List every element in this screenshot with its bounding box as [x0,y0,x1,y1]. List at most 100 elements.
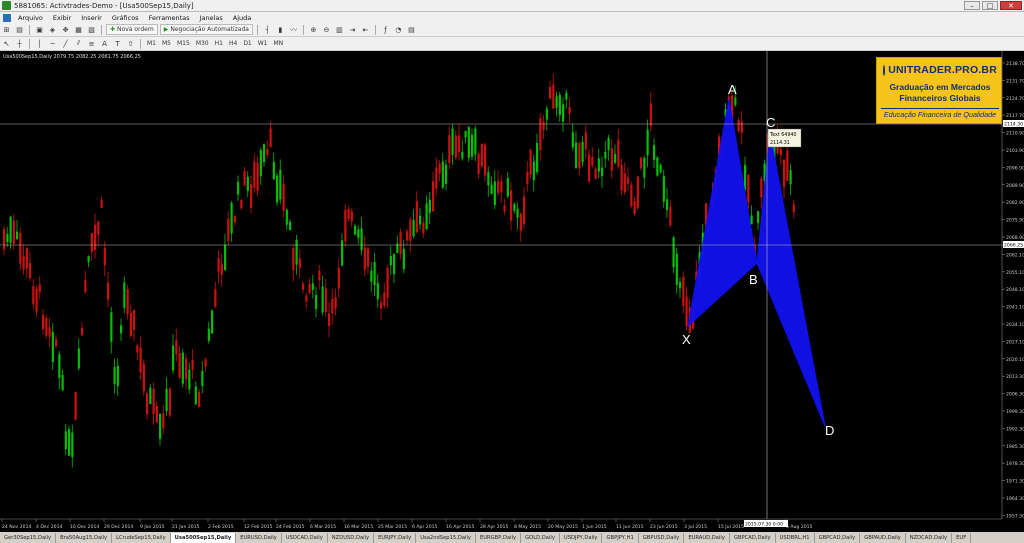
templates-icon[interactable]: ▤ [406,24,417,35]
timeframe-m1[interactable]: M1 [144,40,159,47]
candle-body [523,196,526,224]
menu-arquivo[interactable]: Arquivo [13,14,48,22]
candlestick-chart[interactable]: 2138.70 2131.70 2124.70 2117.70 2110.90 2103.… [0,51,1024,532]
menu-exibir[interactable]: Exibir [48,14,76,22]
menu-inserir[interactable]: Inserir [76,14,107,22]
chart-tab[interactable]: GBPCAD,Daily [815,532,861,543]
menu-janelas[interactable]: Janelas [195,14,228,22]
candle-body [779,148,782,156]
candle-body [32,286,35,305]
chart-tab[interactable]: GBPCAD,Daily [730,532,776,543]
candle-body [194,386,197,405]
candle-body [129,312,132,336]
text-icon[interactable]: A [99,38,110,49]
menu-ferramentas[interactable]: Ferramentas [144,14,195,22]
terminal-icon[interactable]: ▦ [73,24,84,35]
candle-body [58,354,61,378]
vertical-line-icon[interactable]: │ [34,38,45,49]
candle-body [243,170,246,186]
candle-body [620,164,623,191]
chart-tab[interactable]: GOLD,Daily [521,532,560,543]
chart-tab[interactable]: GBPUSD,Daily [639,532,685,543]
candle-body [497,181,500,194]
line-chart-icon[interactable]: 〰 [288,24,299,35]
price-tick-label: 2068.90 [1006,235,1024,241]
channel-icon[interactable]: ⫽ [73,38,84,49]
new-order-button[interactable]: ✚ Nova ordem [106,24,158,35]
candle-body [48,327,51,337]
chart-tab[interactable]: GBPJPY,H1 [602,532,639,543]
price-tick-label: 2013.30 [1006,374,1024,380]
chart-tab[interactable]: USDJPY,Daily [560,532,603,543]
chart-tab[interactable]: Usa500Sep15,Daily [170,532,237,543]
maximize-button[interactable]: □ [982,1,998,10]
tester-icon[interactable]: ▧ [86,24,97,35]
timeframe-m5[interactable]: M5 [159,40,174,47]
market-watch-icon[interactable]: ▣ [34,24,45,35]
zoom-in-icon[interactable]: ⊕ [308,24,319,35]
periods-icon[interactable]: ◔ [393,24,404,35]
timeframe-m15[interactable]: M15 [174,40,193,47]
chart-tab[interactable]: Bra50Aug15,Daily [56,532,113,543]
profiles-icon[interactable]: ▤ [14,24,25,35]
chart-tab[interactable]: GBPAUD,Daily [860,532,906,543]
chart-tab[interactable]: EURUSD,Daily [236,532,282,543]
candle-body [454,135,457,158]
trendline-icon[interactable]: ╱ [60,38,71,49]
candle-body [214,289,217,307]
candle-body [126,289,129,314]
candle-body [389,255,392,266]
timeframe-mn[interactable]: MN [271,40,287,47]
menu-ajuda[interactable]: Ajuda [228,14,256,22]
pattern-label-c: C [766,115,775,130]
new-chart-icon[interactable]: ⊞ [1,24,12,35]
candle-body [269,128,272,148]
price-tick-label: 2062.10 [1006,252,1024,258]
arrows-icon[interactable]: ⇧ [125,38,136,49]
close-button[interactable]: ✕ [1000,1,1022,10]
candle-body [370,270,373,282]
horizontal-line-icon[interactable]: ─ [47,38,58,49]
timeframe-h1[interactable]: H1 [212,40,226,47]
timeframe-d1[interactable]: D1 [240,40,254,47]
zoom-out-icon[interactable]: ⊖ [321,24,332,35]
indicators-icon[interactable]: ƒ [380,24,391,35]
price-chart[interactable]: 2138.70 2131.70 2124.70 2117.70 2110.90 2103.… [0,51,1024,532]
timeframe-w1[interactable]: W1 [255,40,271,47]
label-icon[interactable]: T [112,38,123,49]
chart-tab[interactable]: EURAUD,Daily [684,532,730,543]
auto-trading-button[interactable]: ▶ Negociação Automatizada [159,24,253,35]
candle-body [107,282,110,300]
chart-tab[interactable]: USDCAD,Daily [282,532,328,543]
chart-tab[interactable]: USDBRL,H1 [776,532,815,543]
candle-chart-icon[interactable]: ▮ [275,24,286,35]
navigator-icon[interactable]: ✥ [60,24,71,35]
chart-tab[interactable]: NZDCAD,Daily [906,532,953,543]
chart-tab[interactable]: EUF [952,532,972,543]
chart-tab[interactable]: Usa2ndSep15,Daily [416,532,476,543]
menu-graficos[interactable]: Gráficos [107,14,144,22]
price-tick-label: 1957.30 [1006,513,1024,519]
bar-chart-icon[interactable]: ┤ [262,24,273,35]
chart-tab[interactable]: EURJPY,Daily [374,532,417,543]
date-tick-label: 24 Feb 2015 [276,524,305,530]
candle-body [792,204,795,213]
chart-tab[interactable]: NZDUSD,Daily [328,532,375,543]
chart-tab[interactable]: LCrudeSep15,Daily [112,532,171,543]
minimize-button[interactable]: – [964,1,980,10]
timeframe-m30[interactable]: M30 [193,40,212,47]
tile-windows-icon[interactable]: ▥ [334,24,345,35]
candle-body [591,156,594,166]
crosshair-icon[interactable]: ┼ [14,38,25,49]
autoscroll-icon[interactable]: ⇥ [347,24,358,35]
chart-tab[interactable]: EURGBP,Daily [476,532,522,543]
candle-body [42,314,45,330]
data-window-icon[interactable]: ◈ [47,24,58,35]
chart-tab[interactable]: Ger30Sep15,Daily [0,532,57,543]
chart-shift-icon[interactable]: ⇤ [360,24,371,35]
candle-body [549,86,552,99]
candle-body [662,175,665,202]
timeframe-h4[interactable]: H4 [226,40,240,47]
cursor-icon[interactable]: ↖ [1,38,12,49]
fibonacci-icon[interactable]: ≡ [86,38,97,49]
